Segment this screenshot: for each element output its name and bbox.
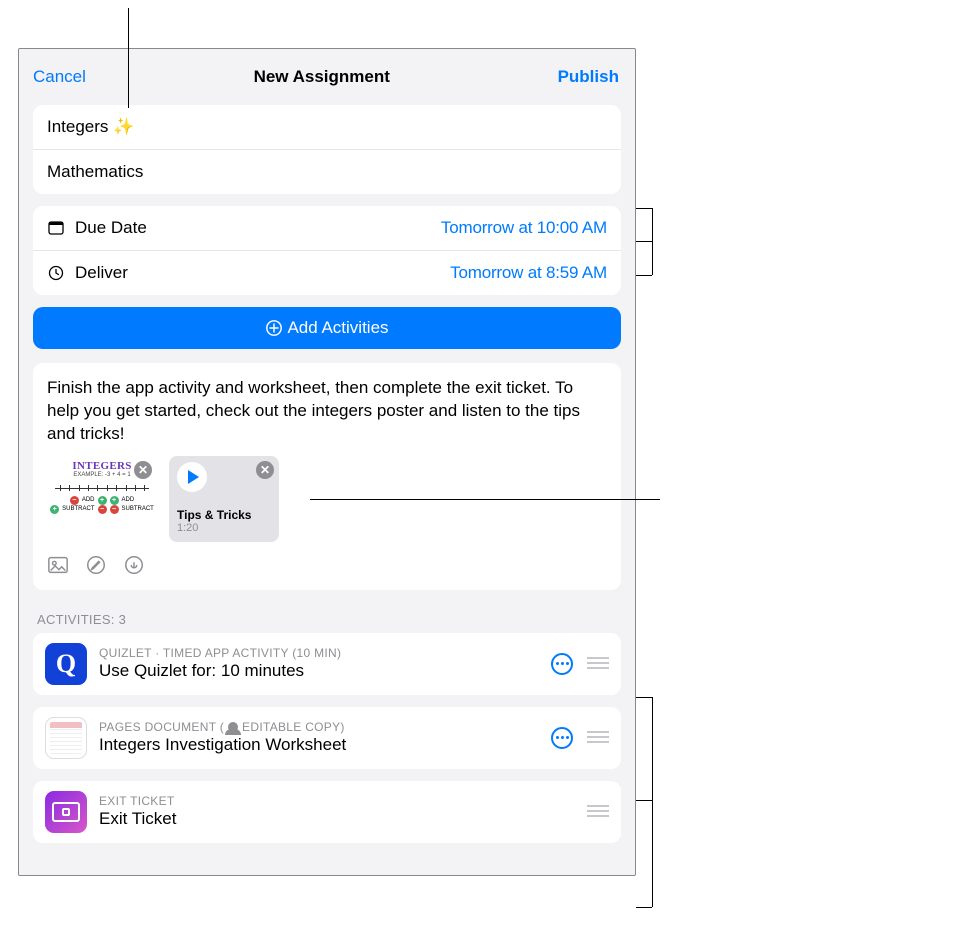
exit-ticket-icon <box>45 791 87 833</box>
activity-row-pages[interactable]: PAGES DOCUMENT ( EDITABLE COPY) Integers… <box>33 707 621 769</box>
callout-line <box>310 499 660 500</box>
audio-name: Tips & Tricks <box>177 508 271 522</box>
draw-icon[interactable] <box>85 554 107 576</box>
deliver-row[interactable]: Deliver Tomorrow at 8:59 AM <box>33 250 621 295</box>
plus-circle-icon <box>265 319 283 337</box>
more-button[interactable] <box>551 653 573 675</box>
nav-bar: Cancel New Assignment Publish <box>19 49 635 101</box>
activity-meta: QUIZLET · TIMED APP ACTIVITY (10 MIN) <box>99 646 539 660</box>
poster-attachment[interactable]: ✕ INTEGERS EXAMPLE: -3 + 4 = 1 −ADD ++AD… <box>47 456 157 542</box>
callout-line <box>636 907 652 908</box>
poster-example: EXAMPLE: -3 + 4 = 1 <box>73 472 130 478</box>
assignment-name-value: Integers ✨ <box>47 117 607 137</box>
activity-meta: PAGES DOCUMENT ( EDITABLE COPY) <box>99 720 539 734</box>
callout-line <box>636 800 652 801</box>
play-icon[interactable] <box>177 462 207 492</box>
photo-icon[interactable] <box>47 554 69 576</box>
drag-handle-icon[interactable] <box>587 805 609 819</box>
calendar-icon <box>47 219 65 237</box>
drag-handle-icon[interactable] <box>587 657 609 671</box>
publish-button[interactable]: Publish <box>558 67 619 87</box>
person-icon <box>228 722 238 732</box>
remove-attachment-button[interactable]: ✕ <box>134 461 152 479</box>
deliver-label: Deliver <box>75 263 450 283</box>
poster-title: INTEGERS <box>72 460 131 472</box>
activity-row-quizlet[interactable]: Q QUIZLET · TIMED APP ACTIVITY (10 MIN) … <box>33 633 621 695</box>
callout-line <box>652 697 653 907</box>
callout-line <box>636 208 652 209</box>
activity-title: Use Quizlet for: 10 minutes <box>99 661 539 681</box>
activity-row-exitticket[interactable]: EXIT TICKET Exit Ticket <box>33 781 621 843</box>
more-button[interactable] <box>551 727 573 749</box>
assignment-name-field[interactable]: Integers ✨ <box>33 105 621 149</box>
subject-value: Mathematics <box>47 162 607 182</box>
name-subject-card: Integers ✨ Mathematics <box>33 105 621 194</box>
callout-line <box>636 241 652 242</box>
audio-icon[interactable] <box>123 554 145 576</box>
audio-attachment[interactable]: ✕ Tips & Tricks 1:20 <box>169 456 279 542</box>
quizlet-app-icon: Q <box>45 643 87 685</box>
poster-numberline <box>55 480 149 494</box>
media-toolbar <box>33 552 621 590</box>
callout-line <box>128 8 129 108</box>
remove-attachment-button[interactable]: ✕ <box>256 461 274 479</box>
page-title: New Assignment <box>254 67 390 87</box>
due-date-row[interactable]: Due Date Tomorrow at 10:00 AM <box>33 206 621 250</box>
attachments-row: ✕ INTEGERS EXAMPLE: -3 + 4 = 1 −ADD ++AD… <box>33 456 621 552</box>
callout-line <box>636 697 652 698</box>
activity-title: Exit Ticket <box>99 809 575 829</box>
activity-title: Integers Investigation Worksheet <box>99 735 539 755</box>
instructions-text[interactable]: Finish the app activity and worksheet, t… <box>33 363 621 456</box>
clock-icon <box>47 264 65 282</box>
add-activities-button[interactable]: Add Activities <box>33 307 621 349</box>
callout-line <box>652 208 653 275</box>
due-date-value[interactable]: Tomorrow at 10:00 AM <box>441 218 607 238</box>
callout-line <box>636 275 652 276</box>
due-date-label: Due Date <box>75 218 441 238</box>
deliver-value[interactable]: Tomorrow at 8:59 AM <box>450 263 607 283</box>
activities-section-label: ACTIVITIES: 3 <box>19 602 635 633</box>
audio-duration: 1:20 <box>177 522 271 534</box>
add-activities-label: Add Activities <box>287 318 388 338</box>
dates-card: Due Date Tomorrow at 10:00 AM Deliver To… <box>33 206 621 295</box>
instructions-card: Finish the app activity and worksheet, t… <box>33 363 621 590</box>
pages-doc-icon <box>45 717 87 759</box>
subject-field[interactable]: Mathematics <box>33 149 621 194</box>
new-assignment-panel: Cancel New Assignment Publish Integers ✨… <box>18 48 636 876</box>
drag-handle-icon[interactable] <box>587 731 609 745</box>
activity-meta: EXIT TICKET <box>99 794 575 808</box>
cancel-button[interactable]: Cancel <box>33 67 86 87</box>
